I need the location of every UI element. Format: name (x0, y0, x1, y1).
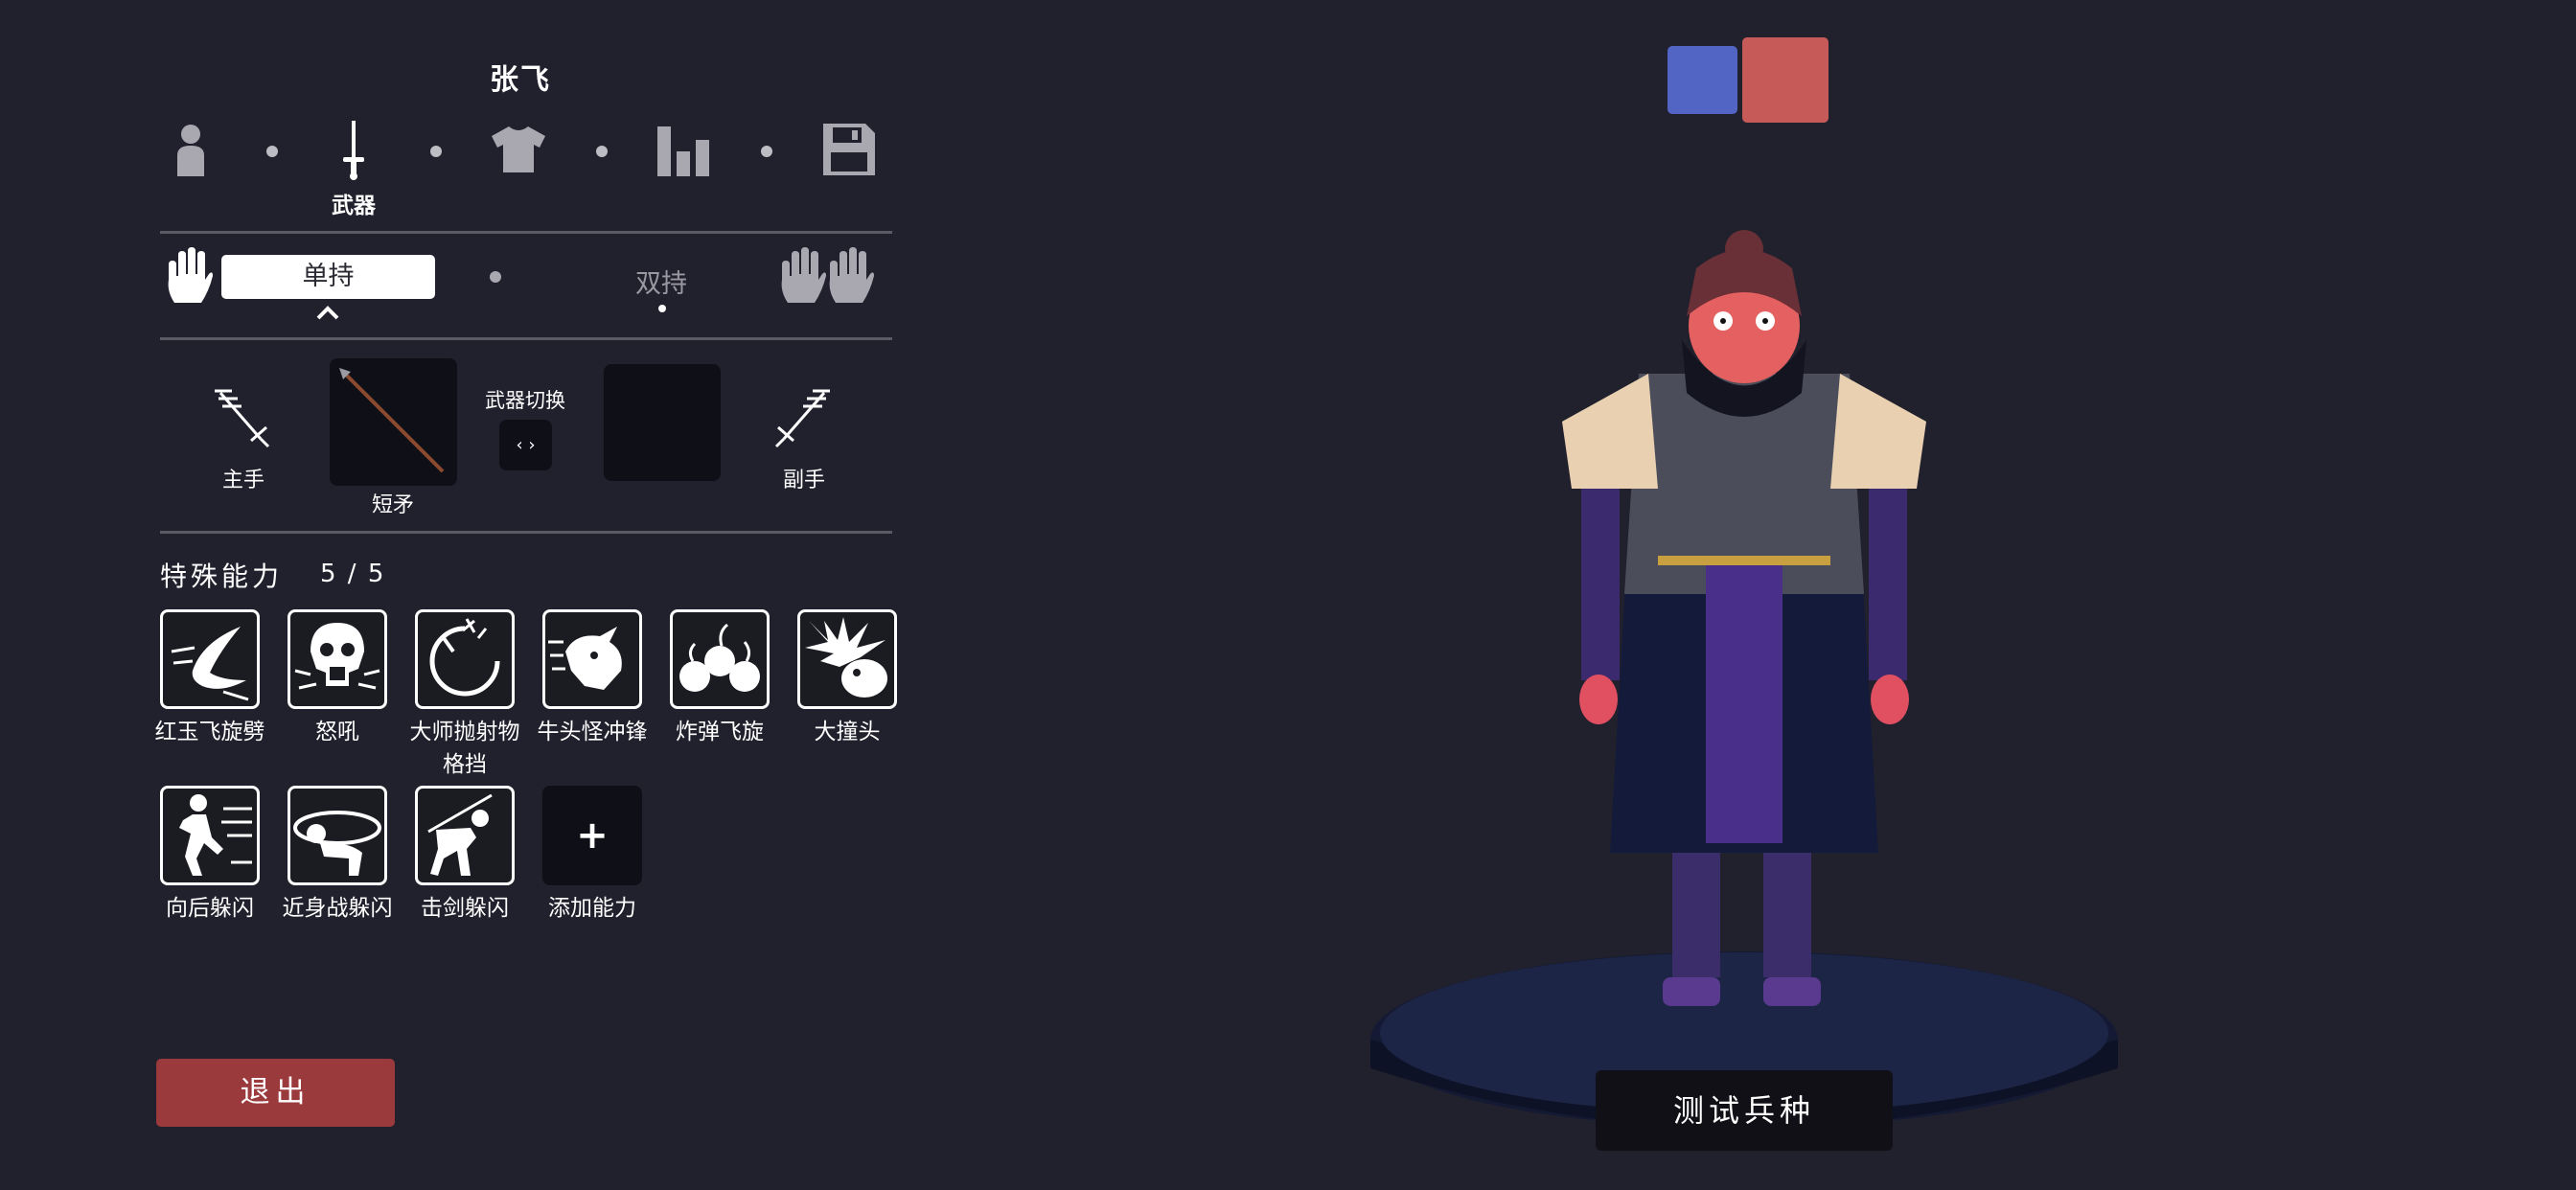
ability-label: 大撞头 (814, 720, 881, 744)
main-hand-label: 主手 (221, 469, 264, 492)
ability-label: 大师抛射物格挡 (409, 720, 520, 777)
test-unit-button[interactable]: 测试兵种 (1596, 1070, 1893, 1151)
dual-hand-icon[interactable] (778, 247, 878, 309)
ability-melee-dodge[interactable] (288, 786, 387, 885)
ability-minotaur-charge[interactable] (542, 609, 642, 709)
ability-projectile-block[interactable] (415, 609, 515, 709)
shirt-icon (492, 126, 545, 172)
dual-indicator-dot (658, 305, 666, 312)
ability-label: 向后躲闪 (166, 896, 254, 921)
backstep-dodge-icon (179, 794, 252, 876)
ability-label: 炸弹飞旋 (676, 720, 764, 744)
weapon-switch-label: 武器切换 (485, 389, 565, 412)
weapon-switch-button[interactable]: ‹ › (499, 420, 552, 470)
dual-grip-tab[interactable]: 双持 (613, 263, 709, 300)
off-hand-weapon-slot[interactable] (604, 364, 721, 481)
ability-headbutt[interactable] (797, 609, 897, 709)
team-blue-button[interactable] (1668, 46, 1737, 114)
bar-chart-icon (657, 126, 709, 176)
ability-label: 近身战躲闪 (282, 896, 393, 921)
plus-icon: + (576, 813, 609, 858)
ability-label: 红玉飞旋劈 (154, 720, 265, 744)
sword-icon (343, 121, 364, 180)
unit-preview-model[interactable] (1342, 230, 2147, 1169)
person-icon (177, 125, 204, 176)
fencing-dodge-icon (427, 793, 493, 876)
projectile-block-icon (429, 618, 500, 697)
ability-fencing-dodge[interactable] (415, 786, 515, 885)
unit-name-title: 张飞 (490, 63, 551, 97)
abilities-count: 5 / 5 (320, 560, 386, 588)
ability-backstep-dodge[interactable] (160, 786, 260, 885)
step-separator (430, 146, 442, 157)
save-icon (823, 124, 875, 175)
roaring-skull-icon (294, 623, 380, 690)
off-hand-label: 副手 (782, 469, 825, 492)
minotaur-charge-icon (548, 627, 622, 690)
add-ability-label: 添加能力 (548, 896, 636, 921)
spinning-blade-icon (171, 627, 249, 701)
step-separator (596, 146, 608, 157)
grip-separator (490, 271, 501, 283)
step-separator (761, 146, 772, 157)
headbutt-icon (805, 617, 887, 698)
main-hand-sword-icon[interactable] (213, 387, 270, 454)
spear-icon (339, 368, 445, 473)
off-hand-sword-icon[interactable] (774, 387, 832, 454)
ability-label: 怒吼 (315, 720, 359, 744)
ability-label: 击剑躲闪 (421, 896, 509, 921)
ability-label: 牛头怪冲锋 (537, 720, 648, 744)
divider (160, 231, 892, 234)
abilities-title: 特殊能力 (160, 561, 284, 592)
single-grip-tab[interactable]: 单持 (221, 255, 435, 299)
main-weapon-slot[interactable] (330, 358, 457, 486)
step-weapon[interactable] (325, 119, 382, 180)
chevron-up-icon (316, 305, 339, 324)
melee-dodge-icon (293, 811, 381, 876)
add-ability-button[interactable]: + (542, 786, 642, 885)
step-clothing[interactable] (490, 119, 547, 180)
ability-bomb-spin[interactable] (670, 609, 770, 709)
divider (160, 531, 892, 534)
single-hand-icon[interactable] (165, 247, 213, 309)
bomb-spin-icon (679, 623, 760, 692)
team-red-button[interactable] (1742, 37, 1828, 123)
weapon-name: 短矛 (371, 493, 414, 517)
ability-spinning-blade[interactable] (160, 609, 260, 709)
exit-button[interactable]: 退出 (156, 1059, 395, 1127)
step-separator (266, 146, 278, 157)
step-unit-body[interactable] (162, 119, 219, 180)
step-weapon-label: 武器 (332, 194, 376, 218)
step-save[interactable] (820, 119, 878, 180)
divider (160, 337, 892, 340)
ability-roar[interactable] (288, 609, 387, 709)
step-stats[interactable] (655, 119, 712, 180)
